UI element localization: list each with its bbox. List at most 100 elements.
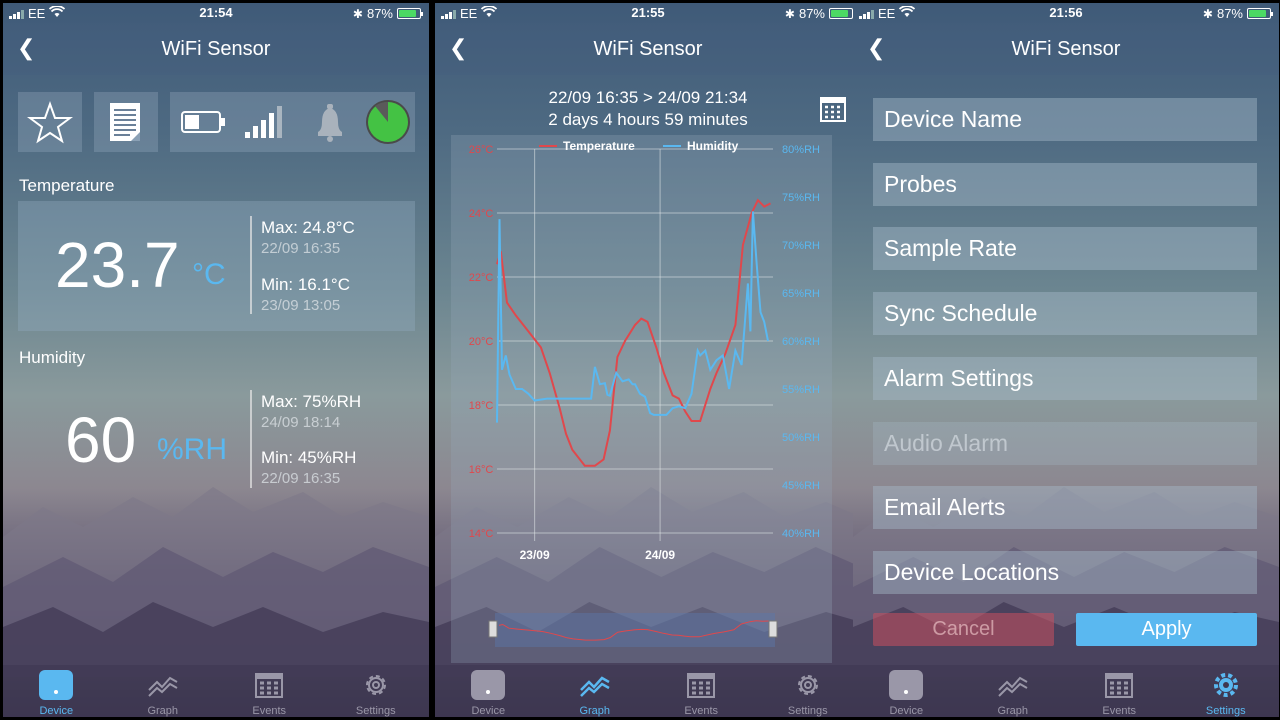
y-right-tick-label: 75%RH <box>782 192 820 204</box>
tab-events[interactable]: Events <box>1066 665 1173 717</box>
graph-screen: EE 21:55 ✱ 87% ❮ WiFi Sensor 22/09 16:35… <box>435 3 861 717</box>
tab-device[interactable]: Device <box>3 665 110 717</box>
battery-percent: 87% <box>366 6 393 21</box>
status-circle-icon <box>366 100 410 144</box>
battery-percent: 87% <box>798 6 825 21</box>
x-tick-label: 23/09 <box>520 548 550 562</box>
settings-item-sample-rate[interactable]: Sample Rate <box>873 227 1257 271</box>
tab-device[interactable]: Device <box>853 665 960 717</box>
y-left-tick-label: 24°C <box>469 208 494 220</box>
tab-graph[interactable]: Graph <box>110 665 217 717</box>
status-bar: EE 21:54 ✱ 87% <box>3 3 429 23</box>
device-icon <box>39 670 74 700</box>
tab-label: Settings <box>1205 705 1246 717</box>
battery-icon <box>397 8 423 19</box>
y-right-tick-label: 80%RH <box>782 144 820 156</box>
tab-label: Settings <box>787 705 828 717</box>
humidity-max: Max: 75%RH <box>261 392 362 411</box>
settings-item-device-name[interactable]: Device Name <box>873 98 1257 141</box>
legend-label: Temperature <box>563 139 635 153</box>
tab-settings[interactable]: Settings <box>1173 665 1280 717</box>
tab-device[interactable]: Device <box>435 665 542 717</box>
graph-icon <box>579 676 610 697</box>
temperature-card: 23.7 °C Max: 24.8°C 22/09 16:35 Min: 16.… <box>18 201 415 331</box>
battery-level-icon <box>181 111 225 133</box>
chart-panel[interactable]: 14°C 16°C 18°C 20°C 22°C 24°C 26°C 40%RH 45%RH 50… <box>451 135 832 663</box>
tab-label: Graph <box>997 705 1029 717</box>
series-line-temperature <box>496 198 771 467</box>
report-icon <box>110 103 140 141</box>
cancel-button[interactable]: Cancel <box>873 613 1054 646</box>
settings-item-email-alerts[interactable]: Email Alerts <box>873 486 1257 530</box>
y-left-tick-label: 20°C <box>469 336 494 348</box>
battery-percent: 87% <box>1216 6 1243 21</box>
tab-events[interactable]: Events <box>216 665 323 717</box>
tab-label: Settings <box>355 705 396 717</box>
graph-icon <box>148 676 178 697</box>
gear-icon <box>365 675 386 695</box>
settings-item-sync-schedule[interactable]: Sync Schedule <box>873 292 1257 336</box>
tab-graph[interactable]: Graph <box>542 665 649 717</box>
report-tile[interactable] <box>94 92 158 152</box>
tab-label: Device <box>471 705 506 717</box>
divider <box>250 216 252 314</box>
star-icon <box>27 101 73 144</box>
tab-bar: Device Graph Events Settings <box>435 665 861 717</box>
tab-settings[interactable]: Settings <box>323 665 430 717</box>
graph-icon <box>998 676 1028 697</box>
device-status-tile <box>170 92 415 152</box>
y-left-tick-label: 16°C <box>469 464 494 476</box>
temperature-min-time: 23/09 13:05 <box>261 297 341 314</box>
temperature-max: Max: 24.8°C <box>261 218 355 237</box>
navigator-left-handle[interactable] <box>488 620 498 638</box>
tab-label: Events <box>1102 705 1137 717</box>
calendar-icon <box>820 97 846 122</box>
tab-label: Events <box>252 705 287 717</box>
y-right-tick-label: 45%RH <box>782 480 820 492</box>
calendar-icon <box>1105 673 1134 698</box>
favorite-tile[interactable] <box>18 92 82 152</box>
temperature-value: 23.7 <box>55 229 180 301</box>
temperature-min: Min: 16.1°C <box>261 275 351 294</box>
duration-text: 2 days 4 hours 59 minutes <box>548 110 748 129</box>
line-chart[interactable]: 14°C 16°C 18°C 20°C 22°C 24°C 26°C 40%RH 45%RH 50… <box>451 135 832 663</box>
tab-label: Graph <box>147 705 179 717</box>
y-right-tick-label: 40%RH <box>782 528 820 540</box>
apply-button[interactable]: Apply <box>1076 613 1257 646</box>
settings-item-probes[interactable]: Probes <box>873 162 1257 206</box>
status-bar: EE 21:55 ✱ 87% <box>435 3 861 23</box>
tab-label: Graph <box>579 705 611 717</box>
calendar-icon <box>687 673 716 698</box>
x-tick-label: 24/09 <box>645 548 675 562</box>
battery-icon <box>829 8 855 19</box>
y-left-tick-label: 26°C <box>469 144 494 156</box>
nav-title: WiFi Sensor <box>593 38 703 60</box>
gear-icon <box>1213 673 1238 697</box>
nav-bar: ❮ WiFi Sensor <box>435 23 861 75</box>
tab-events[interactable]: Events <box>648 665 755 717</box>
humidity-max-time: 24/09 18:14 <box>261 414 341 431</box>
date-range: 22/09 16:35 > 24/09 21:34 2 days 4 hours… <box>435 87 861 131</box>
y-right-tick-label: 55%RH <box>782 384 820 396</box>
y-right-tick-label: 60%RH <box>782 336 820 348</box>
tab-graph[interactable]: Graph <box>960 665 1067 717</box>
settings-item-alarm-settings[interactable]: Alarm Settings <box>873 356 1257 400</box>
bell-icon <box>318 104 342 142</box>
temperature-label: Temperature <box>19 176 115 195</box>
range-navigator[interactable] <box>488 613 778 647</box>
humidity-min-time: 22/09 16:35 <box>261 470 341 487</box>
bluetooth-icon: ✱ <box>1202 6 1213 21</box>
humidity-unit: %RH <box>157 433 228 466</box>
humidity-value: 60 <box>65 404 137 476</box>
calendar-button[interactable] <box>819 95 847 128</box>
humidity-card: 60 %RH Max: 75%RH 24/09 18:14 Min: 45%RH… <box>18 373 415 503</box>
settings-item-audio-alarm: Audio Alarm <box>873 421 1257 465</box>
settings-item-device-locations[interactable]: Device Locations <box>873 550 1257 594</box>
tab-label: Device <box>889 705 924 717</box>
tab-settings[interactable]: Settings <box>755 665 862 717</box>
y-right-tick-label: 50%RH <box>782 432 820 444</box>
navigator-right-handle[interactable] <box>768 620 778 638</box>
y-right-tick-label: 65%RH <box>782 288 820 300</box>
bluetooth-icon: ✱ <box>784 6 795 21</box>
legend-label: Humidity <box>687 139 739 153</box>
